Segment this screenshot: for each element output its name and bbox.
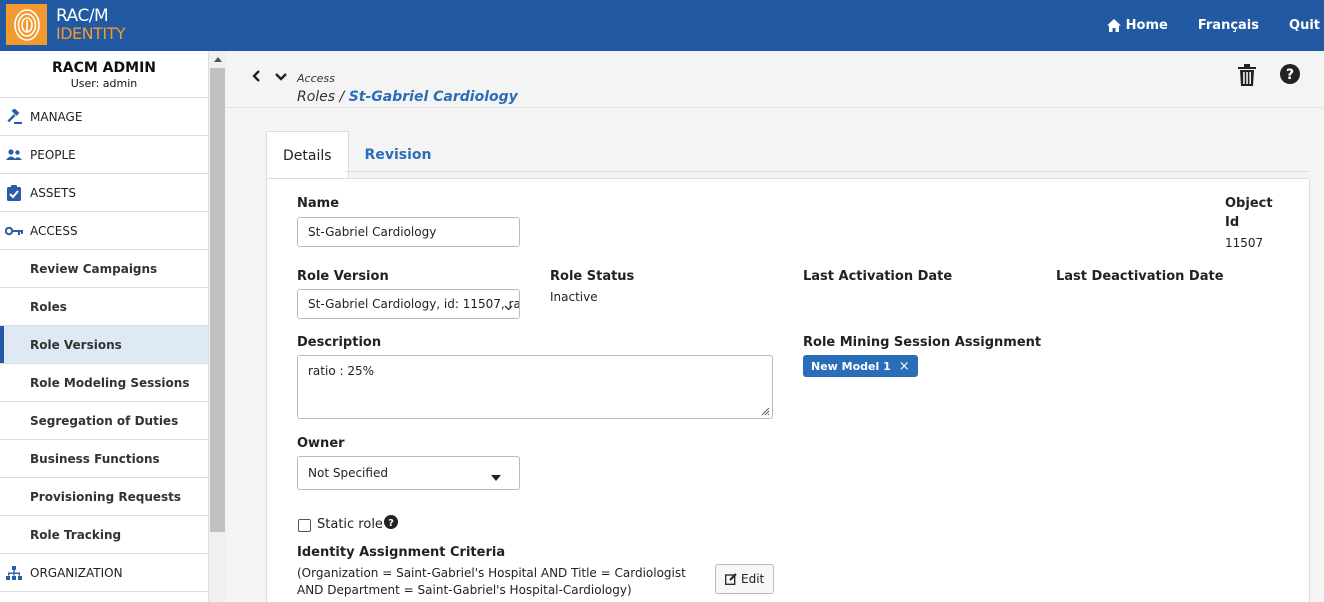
sidebar-item-roles[interactable]: Roles	[0, 288, 208, 326]
role-mining-tag-label: New Model 1	[811, 359, 891, 373]
tab-details[interactable]: Details	[266, 131, 349, 180]
language-link[interactable]: Français	[1198, 18, 1259, 33]
object-id-label-line-1: Object	[1225, 196, 1273, 211]
sidebar-item-role-tracking[interactable]: Role Tracking	[0, 516, 208, 554]
object-id-label-line-2: Id	[1225, 215, 1240, 230]
edit-criteria-button[interactable]: Edit	[715, 564, 775, 594]
role-version-label: Role Version	[297, 269, 389, 284]
key-icon	[5, 222, 23, 240]
sidebar-item-role-modeling-sessions[interactable]: Role Modeling Sessions	[0, 364, 208, 402]
home-link[interactable]: Home	[1106, 18, 1168, 33]
edit-icon	[725, 573, 737, 585]
owner-label: Owner	[297, 436, 345, 451]
people-icon	[5, 146, 23, 164]
trash-icon[interactable]	[1238, 64, 1256, 86]
sidebar-item-business-functions[interactable]: Business Functions	[0, 440, 208, 478]
criteria-label: Identity Assignment Criteria	[297, 545, 506, 560]
sidebar: RACM ADMIN User: admin MANAGE PEOPLE ASS…	[0, 51, 209, 602]
tabs-divider	[345, 171, 1309, 172]
clipboard-check-icon	[5, 184, 23, 202]
sidebar-item-people[interactable]: PEOPLE	[0, 136, 208, 174]
sidebar-item-label: MANAGE	[30, 109, 83, 124]
role-version-value: St-Gabriel Cardiology, id: 11507, ra	[308, 297, 520, 311]
description-textarea[interactable]: ratio : 25%	[297, 355, 773, 419]
app-logo[interactable]: RAC/M IDENTITY	[6, 4, 126, 45]
static-role-checkbox[interactable]	[298, 519, 311, 532]
scroll-thumb[interactable]	[210, 68, 225, 532]
caret-down-icon	[491, 470, 501, 484]
chevron-down-icon[interactable]	[271, 68, 291, 84]
quit-link[interactable]: Quit	[1289, 18, 1320, 33]
last-activation-label: Last Activation Date	[803, 269, 953, 284]
home-label: Home	[1125, 18, 1168, 33]
scroll-up-icon[interactable]	[209, 51, 226, 68]
sidebar-item-segregation-of-duties[interactable]: Segregation of Duties	[0, 402, 208, 440]
owner-value: Not Specified	[308, 466, 388, 480]
help-icon[interactable]: ?	[1280, 64, 1300, 86]
name-input[interactable]: St-Gabriel Cardiology	[297, 217, 520, 247]
help-icon[interactable]: ?	[384, 515, 398, 533]
sidebar-item-provisioning-requests[interactable]: Provisioning Requests	[0, 478, 208, 516]
sidebar-item-label: ASSETS	[30, 185, 76, 200]
role-mining-label: Role Mining Session Assignment	[803, 335, 1042, 350]
details-panel: Name St-Gabriel Cardiology Object Id 115…	[266, 178, 1310, 602]
resize-handle-icon[interactable]	[760, 406, 770, 416]
criteria-line-2: AND Department = Saint-Gabriel's Hospita…	[297, 583, 632, 597]
sidebar-item-label: ACCESS	[30, 223, 78, 238]
description-value: ratio : 25%	[308, 364, 375, 378]
name-label: Name	[297, 196, 340, 211]
gavel-icon	[5, 108, 23, 126]
close-icon[interactable]: ×	[899, 359, 910, 374]
home-icon	[1106, 19, 1121, 32]
sitemap-icon	[5, 564, 23, 582]
breadcrumb: Roles / St-Gabriel Cardiology	[297, 89, 518, 105]
back-icon[interactable]	[246, 68, 266, 84]
logo-line-1: RAC/M	[56, 5, 109, 26]
criteria-line-1: (Organization = Saint-Gabriel's Hospital…	[297, 566, 686, 580]
logo-line-2: IDENTITY	[56, 23, 126, 43]
edit-label: Edit	[741, 572, 765, 586]
sidebar-item-access[interactable]: ACCESS	[0, 212, 208, 250]
sidebar-header: RACM ADMIN User: admin	[0, 51, 208, 98]
sidebar-title: RACM ADMIN	[51, 60, 156, 76]
page-header: Access Roles / St-Gabriel Cardiology ?	[226, 51, 1324, 108]
fingerprint-icon	[6, 4, 47, 45]
breadcrumb-section: Access	[297, 72, 335, 85]
sidebar-item-label: PEOPLE	[30, 147, 76, 162]
role-status-label: Role Status	[550, 269, 635, 284]
role-version-select[interactable]: St-Gabriel Cardiology, id: 11507, ra	[297, 289, 520, 319]
svg-text:?: ?	[1286, 67, 1294, 83]
sidebar-item-manage[interactable]: MANAGE	[0, 98, 208, 136]
description-label: Description	[297, 335, 382, 350]
sidebar-item-role-versions[interactable]: Role Versions	[0, 326, 208, 364]
last-deactivation-label: Last Deactivation Date	[1056, 269, 1224, 284]
svg-text:?: ?	[388, 518, 394, 529]
sidebar-item-label: ORGANIZATION	[30, 565, 123, 580]
object-id-value: 11507	[1225, 236, 1264, 250]
main-content: Access Roles / St-Gabriel Cardiology ? D…	[226, 51, 1324, 602]
role-mining-tag: New Model 1 ×	[803, 355, 918, 377]
sidebar-user: User: admin	[70, 77, 138, 90]
breadcrumb-current[interactable]: St-Gabriel Cardiology	[349, 89, 518, 105]
static-role-label: Static role	[317, 517, 383, 532]
sidebar-item-organization[interactable]: ORGANIZATION	[0, 554, 208, 592]
role-status-value: Inactive	[550, 290, 598, 304]
breadcrumb-separator: /	[335, 89, 349, 105]
owner-select[interactable]: Not Specified	[297, 456, 520, 490]
sidebar-item-review-campaigns[interactable]: Review Campaigns	[0, 250, 208, 288]
top-nav: Home Français Quit	[1077, 0, 1324, 51]
sidebar-scrollbar[interactable]	[209, 51, 226, 602]
chevron-down-icon	[504, 300, 513, 314]
top-bar: RAC/M IDENTITY Home Français Quit	[0, 0, 1324, 51]
breadcrumb-parent[interactable]: Roles	[297, 89, 335, 105]
sidebar-item-assets[interactable]: ASSETS	[0, 174, 208, 212]
